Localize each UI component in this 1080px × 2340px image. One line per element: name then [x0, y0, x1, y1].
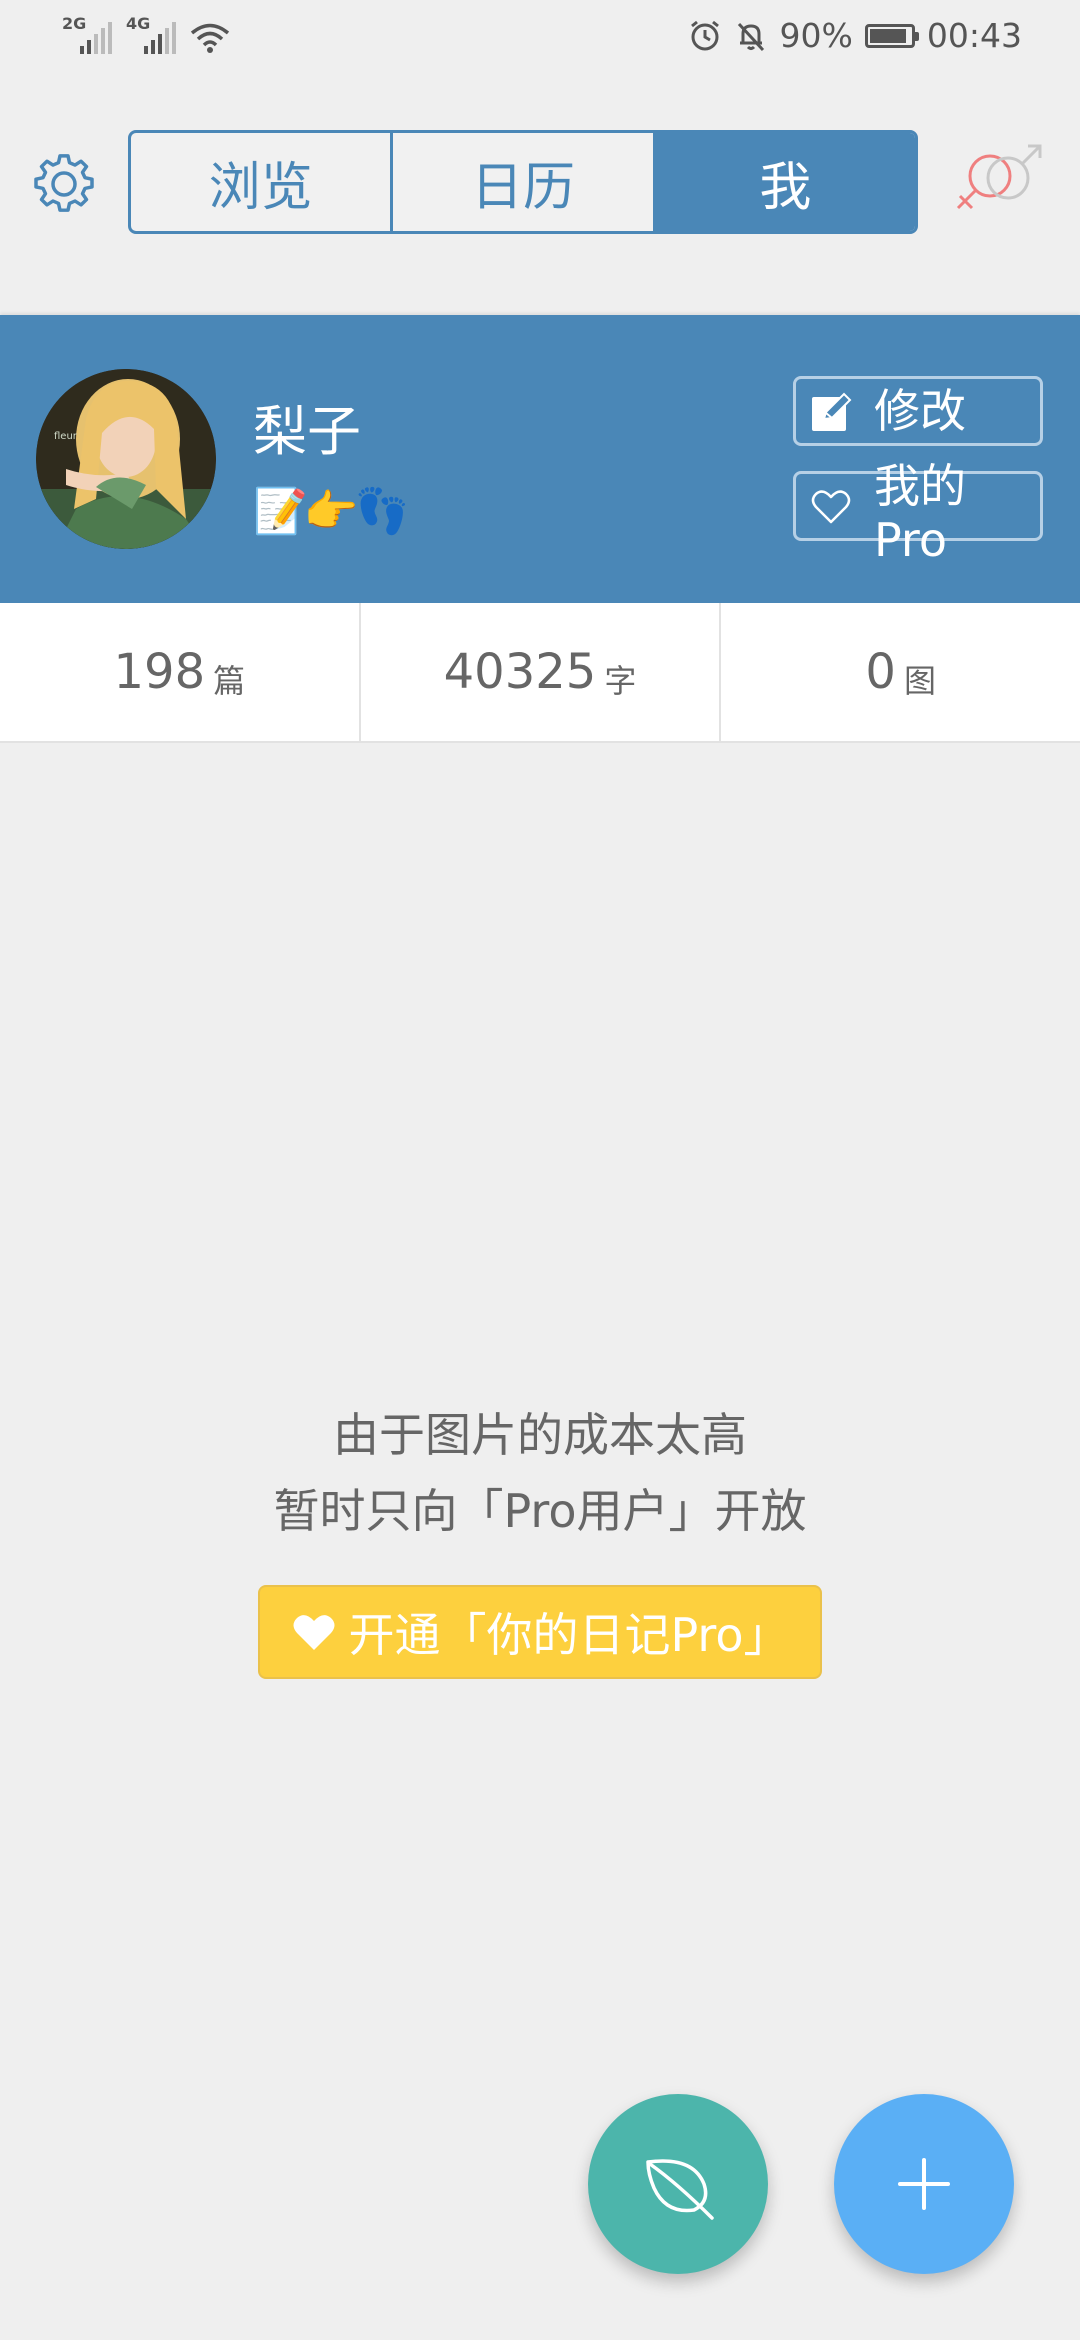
stat-entries[interactable]: 198 篇 — [0, 603, 361, 741]
edit-profile-label: 修改 — [874, 384, 966, 438]
leaf-icon — [646, 2159, 714, 2220]
my-pro-label: 我的Pro — [874, 459, 966, 567]
user-bio: 📝👉👣 — [253, 486, 409, 537]
gender-icon[interactable] — [950, 142, 1050, 222]
battery-icon — [864, 23, 919, 48]
upgrade-pro-button[interactable]: 开通「你的日记Pro」 — [258, 1585, 822, 1679]
edit-icon — [812, 392, 852, 431]
status-indicators: 90% 00:43 — [688, 16, 1022, 55]
status-bar: 2G 4G 90% 00:43 — [0, 0, 1080, 75]
stat-entries-value: 198 — [113, 644, 206, 700]
heart-outline-icon — [811, 490, 851, 524]
pro-notice: 由于图片的成本太高 暂时只向「Pro用户」开放 — [0, 1405, 1080, 1541]
stat-entries-unit: 篇 — [213, 662, 246, 700]
tab-browse[interactable]: 浏览 — [131, 133, 394, 231]
username: 梨子 — [253, 400, 361, 463]
my-pro-button[interactable]: 我的Pro — [793, 459, 1043, 567]
signal-icon: 2G — [62, 14, 112, 54]
stat-words-unit: 字 — [604, 662, 637, 700]
tab-calendar[interactable]: 日历 — [393, 133, 656, 231]
svg-text:fleur: fleur — [54, 431, 78, 442]
stat-words-value: 40325 — [443, 644, 597, 700]
stat-words[interactable]: 40325 字 — [361, 603, 722, 741]
profile-header: fleur 梨子 📝👉👣 修改 我的Pro — [0, 315, 1080, 603]
battery-percent: 90% — [779, 16, 853, 55]
edit-profile-button[interactable]: 修改 — [793, 376, 1043, 446]
signal-icon: 4G — [126, 14, 176, 54]
tab-me[interactable]: 我 — [655, 133, 915, 231]
wifi-icon — [190, 23, 230, 53]
leaf-button[interactable] — [588, 2094, 768, 2274]
notice-line-1: 由于图片的成本太高 — [333, 1408, 747, 1462]
notice-line-2: 暂时只向「Pro用户」开放 — [273, 1484, 807, 1538]
add-entry-button[interactable] — [834, 2094, 1014, 2274]
stats-bar: 198 篇 40325 字 0 图 — [0, 603, 1080, 743]
plus-icon — [898, 2158, 950, 2210]
upgrade-pro-label: 开通「你的日记Pro」 — [348, 1608, 790, 1662]
stat-images[interactable]: 0 图 — [721, 603, 1080, 741]
view-switcher: 浏览 日历 我 — [128, 130, 918, 234]
alarm-icon — [690, 20, 719, 50]
stat-images-value: 0 — [865, 644, 896, 700]
gear-icon[interactable] — [34, 154, 94, 214]
avatar[interactable]: fleur — [36, 369, 216, 549]
heart-icon — [293, 1615, 334, 1650]
stat-images-unit: 图 — [903, 662, 936, 700]
clock: 00:43 — [926, 16, 1022, 55]
mute-bell-icon — [737, 22, 764, 51]
network-indicators: 2G 4G — [62, 14, 230, 54]
